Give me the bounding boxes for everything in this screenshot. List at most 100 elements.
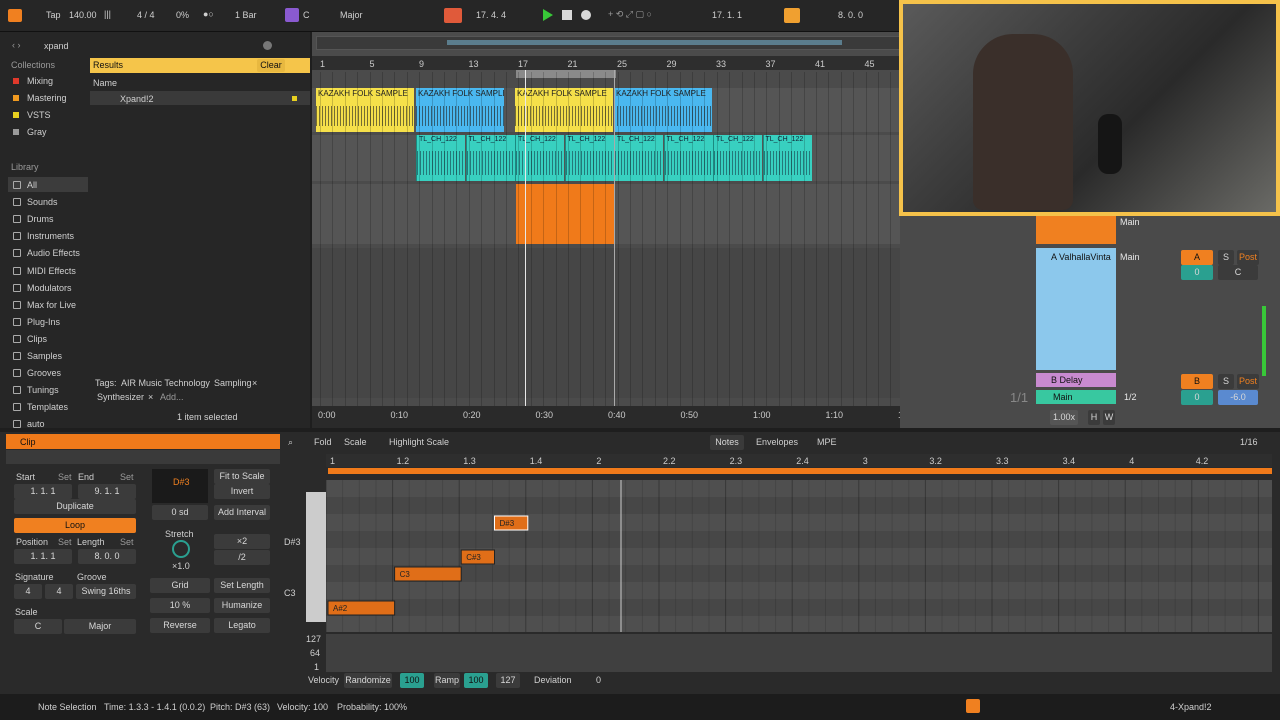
library-item[interactable]: Audio Effects: [27, 248, 80, 258]
play-icon[interactable]: [543, 9, 553, 21]
end-set-button[interactable]: Set: [120, 472, 134, 482]
warning-icon[interactable]: [966, 699, 980, 713]
stretch-knob[interactable]: [172, 540, 190, 558]
library-item[interactable]: All: [27, 180, 37, 190]
add-tag-field[interactable]: Add...: [160, 392, 184, 402]
midi-note[interactable]: D#3: [494, 515, 529, 531]
tap-button[interactable]: Tap: [46, 10, 61, 20]
ramp-button[interactable]: Ramp: [434, 673, 460, 688]
post-b-button[interactable]: Post: [1237, 374, 1259, 389]
deviation-value[interactable]: 0: [596, 675, 601, 685]
tag-sampling-remove-icon[interactable]: ×: [252, 378, 257, 388]
scale-button[interactable]: Scale: [344, 437, 367, 447]
ramp-end-value[interactable]: 127: [496, 673, 520, 688]
notes-tab[interactable]: Notes: [710, 435, 744, 450]
return-a-header[interactable]: [1036, 248, 1116, 370]
grid-select[interactable]: Grid: [150, 578, 210, 593]
position-field[interactable]: 1. 1. 1: [14, 549, 72, 564]
humanize-button[interactable]: Humanize: [214, 598, 270, 613]
midi-note[interactable]: A#2: [327, 600, 396, 616]
return-a-pan[interactable]: C: [1218, 265, 1258, 280]
start-set-button[interactable]: Set: [58, 472, 72, 482]
loop-strip[interactable]: [328, 468, 1272, 474]
randomize-value[interactable]: 100: [400, 673, 424, 688]
signature-denominator[interactable]: 4: [45, 584, 73, 599]
audio-clip[interactable]: KAZAKH FOLK SAMPLE: [515, 88, 613, 132]
humanize-field[interactable]: 10 %: [150, 598, 210, 613]
search-icon[interactable]: ⌕: [288, 437, 293, 448]
send-a-button[interactable]: A: [1181, 250, 1213, 265]
stop-icon[interactable]: [562, 10, 572, 20]
overdub-icons[interactable]: + ⟲ ⤢ ▢ ○: [608, 9, 652, 20]
length-set-button[interactable]: Set: [120, 537, 134, 547]
output-main-2[interactable]: Main: [1120, 252, 1140, 262]
audio-clip[interactable]: KAZAKH FOLK SAMPLE: [614, 88, 712, 132]
key-select[interactable]: C: [303, 10, 310, 20]
duplicate-button[interactable]: Duplicate: [14, 499, 136, 514]
legato-button[interactable]: Legato: [214, 618, 270, 633]
library-item[interactable]: Drums: [27, 214, 54, 224]
clear-button[interactable]: Clear: [257, 59, 285, 72]
tag-synthesizer[interactable]: Synthesizer: [97, 392, 144, 402]
midi-note[interactable]: C#3: [460, 549, 495, 565]
fit-to-scale-button[interactable]: Fit to Scale: [214, 469, 270, 484]
add-interval-button[interactable]: Add Interval: [214, 505, 270, 520]
master-zero[interactable]: 0: [1181, 390, 1213, 405]
meter-field[interactable]: 4 / 4: [137, 10, 155, 20]
arrangement-record-icon[interactable]: [444, 8, 462, 23]
mpe-tab[interactable]: MPE: [817, 437, 837, 447]
track-orange-header[interactable]: [1036, 214, 1116, 244]
library-item[interactable]: Grooves: [27, 368, 61, 378]
audio-clip[interactable]: KAZAKH FOLK SAMPLE: [316, 88, 414, 132]
invert-button[interactable]: Invert: [214, 484, 270, 499]
collection-item[interactable]: VSTS: [27, 110, 51, 120]
arrangement-position[interactable]: 17. 4. 4: [476, 10, 506, 20]
zoom-field[interactable]: 1.00x: [1050, 410, 1078, 425]
semitone-field[interactable]: 0 sd: [152, 505, 208, 520]
library-item[interactable]: Tunings: [27, 385, 59, 395]
ramp-start-value[interactable]: 100: [464, 673, 488, 688]
groove-select[interactable]: Swing 16ths: [76, 584, 136, 599]
output-main-1[interactable]: Main: [1120, 217, 1140, 227]
follow-icon[interactable]: ●○: [203, 9, 214, 19]
library-item[interactable]: Sounds: [27, 197, 58, 207]
collection-item[interactable]: Mixing: [27, 76, 53, 86]
quantize-select[interactable]: 1 Bar: [235, 10, 257, 20]
library-item[interactable]: Plug-Ins: [27, 317, 60, 327]
loop-length-field[interactable]: 8. 0. 0: [838, 10, 863, 20]
double-button[interactable]: ×2: [214, 534, 270, 549]
send-b-button[interactable]: B: [1181, 374, 1213, 389]
scale-icon[interactable]: [285, 8, 299, 22]
post-a-button[interactable]: Post: [1237, 250, 1259, 265]
master-volume[interactable]: -6.0: [1218, 390, 1258, 405]
library-item[interactable]: Clips: [27, 334, 47, 344]
tempo-field[interactable]: 140.00: [69, 10, 97, 20]
position-set-button[interactable]: Set: [58, 537, 72, 547]
collection-item[interactable]: Mastering: [27, 93, 67, 103]
highlight-scale-button[interactable]: Highlight Scale: [389, 437, 449, 447]
library-item[interactable]: auto: [27, 419, 45, 429]
fold-button[interactable]: Fold: [314, 437, 332, 447]
record-icon[interactable]: [581, 10, 591, 20]
library-item[interactable]: Instruments: [27, 231, 74, 241]
audio-clip[interactable]: TL_CH_122: [416, 135, 465, 181]
audio-clip[interactable]: TL_CH_122: [465, 135, 515, 181]
return-a-volume[interactable]: 0: [1181, 265, 1213, 280]
halve-button[interactable]: /2: [214, 550, 270, 565]
solo-b-button[interactable]: S: [1218, 374, 1234, 389]
master-half[interactable]: 1/2: [1124, 392, 1137, 402]
library-item[interactable]: MIDI Effects: [27, 266, 76, 276]
clear-search-icon[interactable]: [263, 41, 272, 50]
collection-item[interactable]: Gray: [27, 127, 47, 137]
tag-synthesizer-remove-icon[interactable]: ×: [148, 392, 153, 402]
loop-toggle-icon[interactable]: [784, 8, 800, 23]
signature-numerator[interactable]: 4: [14, 584, 42, 599]
audio-clip[interactable]: TL_CH_122: [515, 135, 564, 181]
percent-field[interactable]: 0%: [176, 10, 189, 20]
scale-mode-select[interactable]: Major: [64, 619, 136, 634]
clip-tabs[interactable]: [6, 450, 280, 464]
search-input[interactable]: xpand: [44, 41, 69, 51]
end-field[interactable]: 9. 1. 1: [78, 484, 136, 499]
grid-resolution[interactable]: 1/16: [1240, 437, 1258, 447]
midi-note[interactable]: C3: [394, 566, 462, 582]
